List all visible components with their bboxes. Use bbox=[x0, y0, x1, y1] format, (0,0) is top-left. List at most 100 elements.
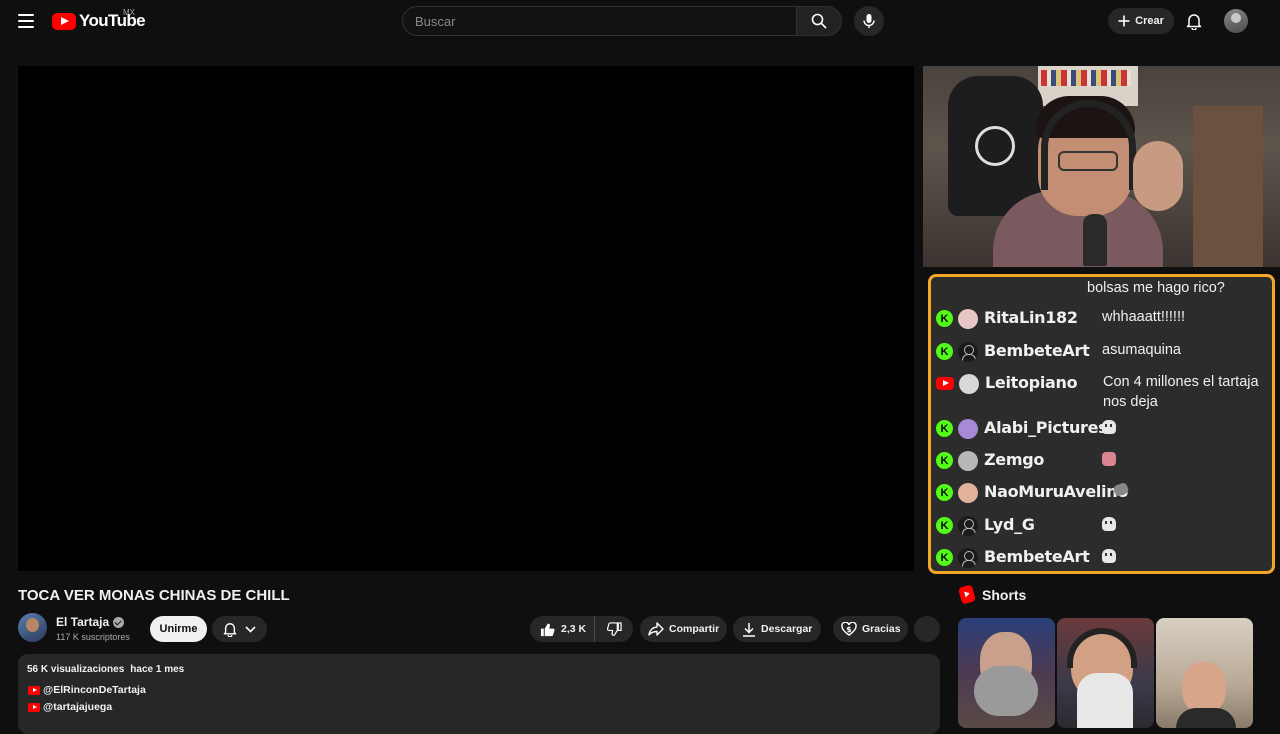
user-avatar bbox=[958, 451, 978, 471]
chat-username: Alabi_Pictures bbox=[984, 418, 1108, 437]
skull-emote-icon bbox=[1102, 549, 1116, 563]
share-icon bbox=[648, 622, 664, 636]
youtube-icon bbox=[28, 702, 40, 712]
like-count: 2,3 K bbox=[561, 623, 587, 635]
kick-badge-icon: K bbox=[936, 343, 953, 360]
kick-badge-icon: K bbox=[936, 452, 953, 469]
kick-badge-icon: K bbox=[936, 310, 953, 327]
user-avatar bbox=[958, 483, 978, 503]
shorts-icon bbox=[958, 584, 976, 605]
description-box[interactable]: 56 K visualizaciones hace 1 mes @ElRinco… bbox=[18, 654, 940, 734]
search-icon bbox=[811, 13, 827, 29]
short-thumbnail[interactable] bbox=[1156, 618, 1253, 728]
channel-link[interactable]: @tartajajuega bbox=[28, 701, 112, 713]
streamer-webcam bbox=[923, 66, 1280, 267]
chat-message: K BembeteArt asumaquina bbox=[936, 340, 1272, 370]
chat-message: K Zemgo bbox=[936, 449, 1116, 479]
verified-icon bbox=[113, 616, 125, 628]
user-avatar[interactable] bbox=[1224, 9, 1248, 33]
user-avatar bbox=[958, 309, 978, 329]
top-bar: YouTube MX Crear bbox=[0, 0, 1280, 42]
search-button[interactable] bbox=[796, 6, 842, 36]
chat-message-text: bolsas me hago rico? bbox=[1087, 280, 1225, 296]
chat-message: K RitaLin182 whhaaatt!!!!!! bbox=[936, 307, 1272, 337]
create-label: Crear bbox=[1135, 15, 1164, 27]
user-avatar bbox=[958, 419, 978, 439]
chat-message: K Lyd_G bbox=[936, 514, 1116, 544]
download-label: Descargar bbox=[761, 623, 813, 635]
like-dislike-group: 2,3 K bbox=[530, 616, 633, 642]
user-avatar bbox=[958, 516, 978, 536]
youtube-logo[interactable]: YouTube MX bbox=[52, 8, 146, 32]
thanks-label: Gracias bbox=[862, 623, 901, 635]
stream-chat-overlay: bolsas me hago rico? K RitaLin182 whhaaa… bbox=[928, 274, 1275, 574]
youtube-play-icon bbox=[52, 12, 76, 30]
short-thumbnail[interactable] bbox=[1057, 618, 1154, 728]
download-button[interactable]: Descargar bbox=[733, 616, 821, 642]
youtube-badge-icon bbox=[936, 377, 954, 390]
upload-date: hace 1 mes bbox=[130, 664, 185, 675]
chat-username: Zemgo bbox=[984, 450, 1045, 469]
subscription-notify-button[interactable] bbox=[212, 616, 267, 642]
chat-message: bolsas me hago rico? bbox=[936, 279, 1257, 309]
like-button[interactable]: 2,3 K bbox=[530, 616, 595, 642]
channel-name[interactable]: El Tartaja bbox=[56, 615, 125, 629]
chat-message-text: Con 4 millones el tartaja nos deja bbox=[1103, 374, 1259, 410]
short-thumbnail[interactable] bbox=[958, 618, 1055, 728]
notifications-button[interactable] bbox=[1182, 9, 1206, 33]
microphone-icon bbox=[863, 14, 875, 28]
thumbs-up-icon bbox=[540, 623, 555, 636]
chat-username: Lyd_G bbox=[984, 515, 1035, 534]
skull-emote-icon bbox=[1102, 517, 1116, 531]
channel-link-text: @ElRinconDeTartaja bbox=[43, 684, 146, 696]
video-title: TOCA VER MONAS CHINAS DE CHILL bbox=[18, 587, 290, 604]
more-actions-button[interactable] bbox=[914, 616, 940, 642]
country-code: MX bbox=[123, 8, 135, 17]
chat-username: BembeteArt bbox=[984, 547, 1090, 566]
video-player[interactable] bbox=[18, 66, 914, 571]
share-label: Compartir bbox=[669, 623, 720, 635]
chat-username: NaoMuruAvelino bbox=[984, 482, 1129, 501]
voice-search-button[interactable] bbox=[854, 6, 884, 36]
create-button[interactable]: Crear bbox=[1108, 8, 1174, 34]
plus-icon bbox=[1118, 15, 1130, 27]
kick-badge-icon: K bbox=[936, 549, 953, 566]
thumbs-down-icon bbox=[606, 621, 622, 636]
heart-dollar-icon bbox=[841, 622, 857, 636]
chat-username: RitaLin182 bbox=[984, 308, 1078, 327]
view-count: 56 K visualizaciones bbox=[27, 664, 125, 675]
bell-icon bbox=[223, 623, 237, 637]
skull-emote-icon bbox=[1102, 420, 1116, 434]
channel-avatar[interactable] bbox=[18, 613, 47, 642]
dislike-button[interactable] bbox=[595, 616, 633, 642]
chat-username: BembeteArt bbox=[984, 341, 1090, 360]
download-icon bbox=[743, 622, 755, 637]
chat-message: K NaoMuruAvelino bbox=[936, 481, 1130, 511]
shorts-title: Shorts bbox=[982, 586, 1027, 603]
chat-username: Leitopiano bbox=[985, 373, 1078, 392]
logo-text: YouTube bbox=[79, 11, 146, 30]
channel-link[interactable]: @ElRinconDeTartaja bbox=[28, 684, 146, 696]
share-button[interactable]: Compartir bbox=[640, 616, 727, 642]
channel-name-text: El Tartaja bbox=[56, 615, 110, 629]
chat-message: K BembeteArt bbox=[936, 546, 1116, 571]
search-bar bbox=[402, 6, 842, 36]
pink-emote-icon bbox=[1102, 452, 1116, 466]
channel-link-text: @tartajajuega bbox=[43, 701, 113, 713]
subscriber-count: 117 K suscriptores bbox=[56, 632, 130, 642]
bell-icon bbox=[1186, 14, 1202, 30]
user-avatar bbox=[958, 342, 978, 362]
user-avatar bbox=[958, 548, 978, 568]
chat-message-text: whhaaatt!!!!!! bbox=[1102, 309, 1186, 325]
chevron-down-icon bbox=[245, 625, 256, 633]
user-avatar bbox=[959, 374, 979, 394]
shorts-header: Shorts bbox=[958, 584, 1027, 605]
thanks-button[interactable]: Gracias bbox=[833, 616, 908, 642]
search-input[interactable] bbox=[402, 6, 796, 36]
video-meta: 56 K visualizaciones hace 1 mes bbox=[27, 664, 184, 675]
menu-icon[interactable] bbox=[14, 9, 38, 33]
kick-badge-icon: K bbox=[936, 517, 953, 534]
chat-message: K Alabi_Pictures bbox=[936, 417, 1116, 447]
join-button[interactable]: Unirme bbox=[150, 616, 207, 642]
chat-message-text: asumaquina bbox=[1102, 342, 1181, 358]
